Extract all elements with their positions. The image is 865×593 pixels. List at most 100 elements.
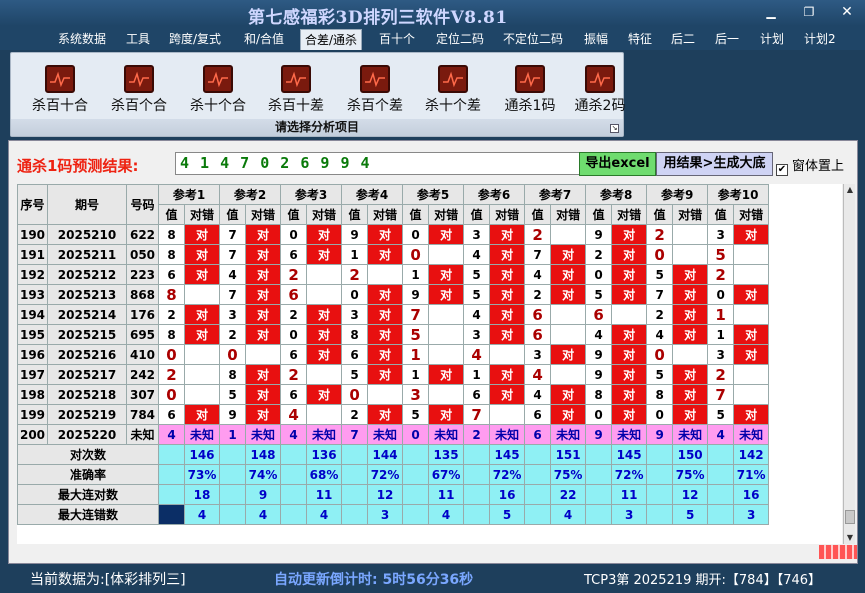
menu-item[interactable]: 后一 (711, 29, 743, 50)
table-row[interactable]: 198 2025218 307 0 5 对 6 对 0 3 6 对 4 对 8 对 8 对 7 (17, 384, 770, 405)
scroll-up-icon[interactable]: ▲ (844, 184, 856, 196)
ribbon-button[interactable]: 杀百个合 (100, 65, 178, 115)
col-value: 值 (463, 204, 491, 225)
menu-item[interactable]: 不定位二码 (499, 29, 567, 50)
col-hit: 对错 (183, 204, 221, 225)
generate-base-button[interactable]: 用结果>生成大底 (656, 152, 773, 176)
value-cell: 2 (280, 364, 308, 385)
ribbon-button[interactable]: 通杀1码 (491, 65, 569, 115)
hit-cell: 对 (672, 304, 709, 325)
value-cell: 8 (219, 364, 247, 385)
value-cell: 5 (341, 364, 369, 385)
hit-cell: 未知 (672, 424, 709, 445)
stat-value: 3 (733, 504, 770, 525)
menu-item[interactable]: 系统数据 (54, 29, 110, 50)
number-cell: 223 (126, 264, 159, 285)
prediction-result-field[interactable]: 4 1 4 7 0 2 6 9 9 4 (175, 152, 585, 175)
table-row[interactable]: 196 2025216 410 0 0 6 对 6 对 1 4 3 对 9 对 0 3 对 (17, 344, 770, 365)
col-value: 值 (158, 204, 185, 225)
table-row[interactable]: 195 2025215 695 8 对 2 对 0 对 8 对 5 3 对 6 4 对 4 对 1 对 (17, 324, 770, 345)
table-row[interactable]: 200 2025220 未知 4 未知 1 未知 4 未知 7 未知 0 未知 2 未知 6 未知 9 未知 9 未知 4… (17, 424, 770, 445)
table-row[interactable]: 193 2025213 868 8 7 对 6 0 对 9 对 5 对 2 对 5 对 7 对 0 对 (17, 284, 770, 305)
value-cell: 2 (585, 244, 613, 265)
topmost-checkbox[interactable]: ✔ 窗体置上 (776, 155, 844, 176)
value-cell: 4 (524, 364, 552, 385)
ribbon-button[interactable]: 杀百十合 (21, 65, 99, 115)
col-ref: 参考8 (585, 184, 648, 205)
value-cell: 9 (585, 224, 613, 245)
miss-cell (672, 224, 709, 245)
value-cell: 1 (341, 244, 369, 265)
hit-cell: 对 (306, 244, 343, 265)
value-cell: 0 (280, 224, 308, 245)
table-row[interactable]: 191 2025211 050 8 对 7 对 6 对 1 对 0 4 对 7 对 2 对 0 5 (17, 244, 770, 265)
value-cell: 0 (158, 344, 185, 365)
value-cell: 7 (219, 284, 247, 305)
value-cell: 9 (585, 344, 613, 365)
menu-item[interactable]: 跨度/复式 (165, 29, 225, 50)
menu-item[interactable]: 和/合值 (240, 29, 288, 50)
value-cell: 4 (219, 264, 247, 285)
value-cell: 6 (585, 304, 613, 325)
stat-value: 12 (367, 484, 404, 505)
stat-spacer (158, 444, 185, 465)
value-cell: 6 (463, 384, 491, 405)
restore-icon[interactable]: ❐ (798, 4, 820, 20)
dialog-launcher-icon[interactable]: ↘ (610, 124, 619, 133)
menu-item[interactable]: 计划 (756, 29, 788, 50)
table-row[interactable]: 190 2025210 622 8 对 7 对 0 对 9 对 0 对 3 对 2 9 对 2 3 对 (17, 224, 770, 245)
table-row[interactable]: 197 2025217 242 2 8 对 2 5 对 1 对 1 对 4 9 对 5 对 2 (17, 364, 770, 385)
number-cell: 868 (126, 284, 159, 305)
close-icon[interactable]: ✕ (836, 4, 858, 20)
col-value: 值 (219, 204, 247, 225)
hit-cell: 对 (245, 244, 282, 265)
ribbon-button[interactable]: 杀百十差 (257, 65, 335, 115)
value-cell: 6 (524, 324, 552, 345)
value-cell: 1 (707, 304, 735, 325)
analysis-grid[interactable]: 序号 期号 号码 参考1 参考2 参考3 参考4 参考5 参考6 参考7 参考8 参考9 参考10 值对错… (17, 184, 842, 544)
table-row[interactable]: 192 2025212 223 6 对 4 对 2 2 1 对 5 对 4 对 0 对 5 对 2 (17, 264, 770, 285)
stat-row: 准确率 73% 74% 68% 72% 67% 72% 75% 72% 75% 71% (17, 464, 770, 485)
ribbon-button[interactable]: 杀十个差 (414, 65, 492, 115)
scroll-thumb[interactable] (845, 510, 855, 524)
status-countdown: 自动更新倒计时: 5时56分36秒 (274, 572, 474, 588)
hit-cell: 对 (183, 224, 221, 245)
value-cell: 3 (524, 344, 552, 365)
ribbon-button[interactable]: 杀十个合 (179, 65, 257, 115)
miss-cell (183, 344, 221, 365)
value-cell: 5 (463, 264, 491, 285)
menu-item[interactable]: 百十个 (375, 29, 419, 50)
hit-cell: 对 (367, 344, 404, 365)
stat-spacer (524, 504, 552, 525)
table-row[interactable]: 194 2025214 176 2 对 3 对 2 对 3 对 7 4 对 6 6 2 对 1 (17, 304, 770, 325)
export-excel-button[interactable]: 导出excel (579, 152, 656, 176)
menu-item[interactable]: 定位二码 (432, 29, 488, 50)
miss-cell (611, 304, 648, 325)
stat-spacer (585, 484, 613, 505)
menu-item[interactable]: 工具 (122, 29, 154, 50)
menu-item[interactable]: 后二 (667, 29, 699, 50)
hit-cell: 对 (672, 284, 709, 305)
value-cell: 2 (646, 224, 674, 245)
value-cell: 0 (402, 424, 430, 445)
miss-cell (672, 244, 709, 265)
value-cell: 2 (646, 304, 674, 325)
menu-item[interactable]: 振幅 (580, 29, 612, 50)
col-ref: 参考6 (463, 184, 526, 205)
scroll-down-icon[interactable]: ▼ (844, 532, 856, 544)
menu-item[interactable]: 特征 (624, 29, 656, 50)
stat-spacer (341, 464, 369, 485)
value-cell: 1 (402, 264, 430, 285)
table-row[interactable]: 199 2025219 784 6 对 9 对 4 2 对 5 对 7 6 对 0 对 0 对 5 对 (17, 404, 770, 425)
menu-item[interactable]: 合差/通杀 (300, 29, 363, 50)
ribbon-button[interactable]: 杀百个差 (336, 65, 414, 115)
value-cell: 5 (707, 404, 735, 425)
menu-item[interactable]: 计划2 (800, 29, 840, 50)
stat-spacer (585, 444, 613, 465)
vertical-scrollbar[interactable]: ▲ ▼ (843, 184, 855, 544)
col-ref: 参考9 (646, 184, 709, 205)
stat-row: 对次数 146 148 136 144 135 145 151 145 150 142 (17, 444, 770, 465)
minimize-icon[interactable]: ▁ (760, 4, 782, 20)
hit-cell: 对 (489, 224, 526, 245)
ribbon-button[interactable]: 通杀2码 (561, 65, 639, 115)
